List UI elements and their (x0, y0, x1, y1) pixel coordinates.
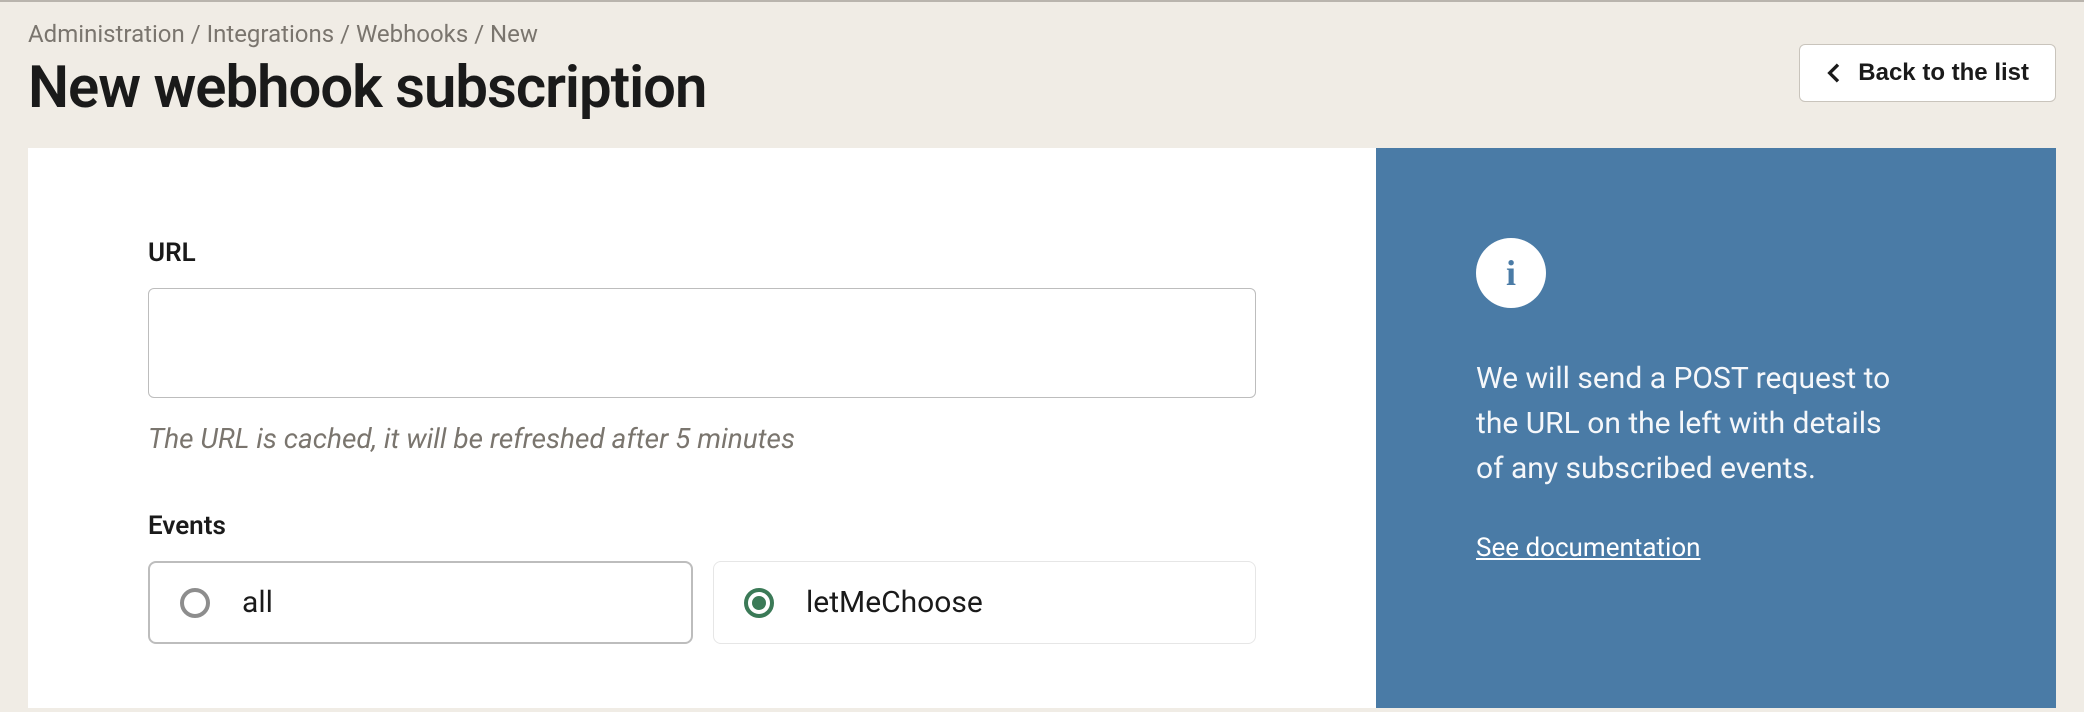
back-to-list-button[interactable]: Back to the list (1799, 44, 2056, 102)
events-option-all[interactable]: all (148, 561, 693, 644)
header-left: Administration / Integrations / Webhooks… (28, 20, 1799, 122)
breadcrumb-item[interactable]: Webhooks (356, 20, 468, 48)
info-icon-glyph: i (1506, 252, 1516, 294)
breadcrumb[interactable]: Administration / Integrations / Webhooks… (28, 20, 1799, 48)
breadcrumb-item[interactable]: Integrations (207, 20, 335, 48)
info-icon: i (1476, 238, 1546, 308)
form-panel: URL The URL is cached, it will be refres… (28, 148, 1376, 708)
see-documentation-link[interactable]: See documentation (1476, 533, 1701, 563)
breadcrumb-sep: / (334, 20, 356, 48)
radio-icon-selected (744, 588, 774, 618)
events-option-label: letMeChoose (806, 585, 983, 620)
url-help-text: The URL is cached, it will be refreshed … (148, 422, 1256, 455)
url-field: URL The URL is cached, it will be refres… (148, 238, 1256, 455)
breadcrumb-sep: / (468, 20, 490, 48)
breadcrumb-sep: / (185, 20, 207, 48)
back-to-list-label: Back to the list (1858, 59, 2029, 87)
breadcrumb-item[interactable]: Administration (28, 20, 185, 48)
events-field: Events all letMeChoose (148, 511, 1256, 644)
url-input[interactable] (148, 288, 1256, 398)
url-label: URL (148, 238, 1256, 268)
radio-icon (180, 588, 210, 618)
events-option-label: all (242, 585, 273, 620)
events-options: all letMeChoose (148, 561, 1256, 644)
page-header: Administration / Integrations / Webhooks… (0, 2, 2084, 122)
info-body: We will send a POST request to the URL o… (1476, 356, 1906, 491)
events-option-letmechoose[interactable]: letMeChoose (713, 561, 1256, 644)
events-label: Events (148, 511, 1256, 541)
info-panel: i We will send a POST request to the URL… (1376, 148, 2056, 708)
content: URL The URL is cached, it will be refres… (28, 148, 2056, 708)
caret-left-icon (1826, 63, 1840, 83)
breadcrumb-item: New (490, 20, 538, 48)
page-title: New webhook subscription (28, 54, 1799, 122)
